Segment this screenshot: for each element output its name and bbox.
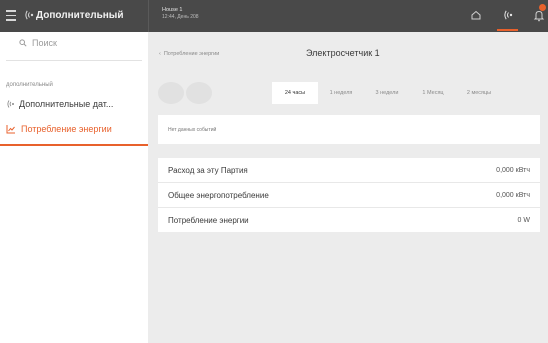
- breadcrumb-label: Потребление энергии: [163, 51, 220, 57]
- events-panel: Нет данных событий: [158, 115, 540, 144]
- no-events-text: Нет данных событий: [168, 127, 217, 133]
- sidebar-item-label: Дополнительные дат...: [19, 99, 114, 109]
- stats-panel: Расход за эту Партия 0,000 кВтч Общее эн…: [158, 158, 540, 232]
- sidebar: Поиск дополнительный Дополнительные дат.…: [0, 32, 148, 343]
- chart-icon: [6, 125, 15, 134]
- stat-value: 0,000 кВтч: [496, 191, 530, 199]
- sidebar-group-label: дополнительный: [6, 82, 53, 88]
- decorative-circle: [158, 82, 184, 104]
- decorative-circle: [186, 82, 212, 104]
- bell-icon[interactable]: [533, 9, 545, 22]
- stat-label: Расход за эту Партия: [168, 165, 248, 175]
- notification-badge: [539, 4, 546, 11]
- house-name[interactable]: House 1: [162, 6, 183, 14]
- top-bar: Дополнительный House 1 12:44, День 208: [0, 0, 548, 32]
- app-title: Дополнительный: [36, 10, 124, 21]
- date-time: 12:44, День 208: [162, 14, 199, 20]
- stat-row: Общее энергопотребление 0,000 кВтч: [158, 183, 540, 207]
- wireless-tab-icon[interactable]: [502, 9, 514, 21]
- topbar-divider: [148, 0, 149, 32]
- sidebar-item-label: Потребление энергии: [21, 124, 112, 134]
- breadcrumb[interactable]: ‹ Потребление энергии: [159, 51, 219, 57]
- active-item-underline: [0, 144, 148, 146]
- sidebar-item-additional-data[interactable]: Дополнительные дат...: [6, 97, 146, 111]
- stat-label: Общее энергопотребление: [168, 190, 269, 200]
- search-field[interactable]: Поиск: [19, 38, 57, 48]
- stat-row: Расход за эту Партия 0,000 кВтч: [158, 158, 540, 182]
- tab-2-months[interactable]: 2 месяцы: [456, 82, 502, 104]
- chevron-left-icon: ‹: [159, 51, 161, 57]
- tab-24-hours[interactable]: 24 часы: [272, 82, 318, 104]
- search-divider: [6, 60, 142, 61]
- stat-label: Потребление энергии: [168, 215, 249, 225]
- tab-1-month[interactable]: 1 Месяц: [410, 82, 456, 104]
- wireless-icon: [7, 100, 15, 108]
- time-range-tabs: 24 часы 1 неделя 3 недели 1 Месяц 2 меся…: [272, 82, 502, 104]
- stat-row: Потребление энергии 0 W: [158, 208, 540, 232]
- page-title: Электросчетчик 1: [306, 48, 380, 58]
- stat-value: 0,000 кВтч: [496, 166, 530, 174]
- active-tab-indicator: [497, 29, 518, 31]
- stat-value: 0 W: [517, 216, 530, 224]
- wireless-icon: [25, 10, 34, 20]
- search-icon: [19, 39, 27, 47]
- menu-icon[interactable]: [6, 10, 16, 22]
- home-icon[interactable]: [470, 9, 482, 21]
- tab-3-weeks[interactable]: 3 недели: [364, 82, 410, 104]
- tab-1-week[interactable]: 1 неделя: [318, 82, 364, 104]
- search-placeholder: Поиск: [32, 38, 57, 48]
- sidebar-item-energy-consumption[interactable]: Потребление энергии: [0, 119, 148, 139]
